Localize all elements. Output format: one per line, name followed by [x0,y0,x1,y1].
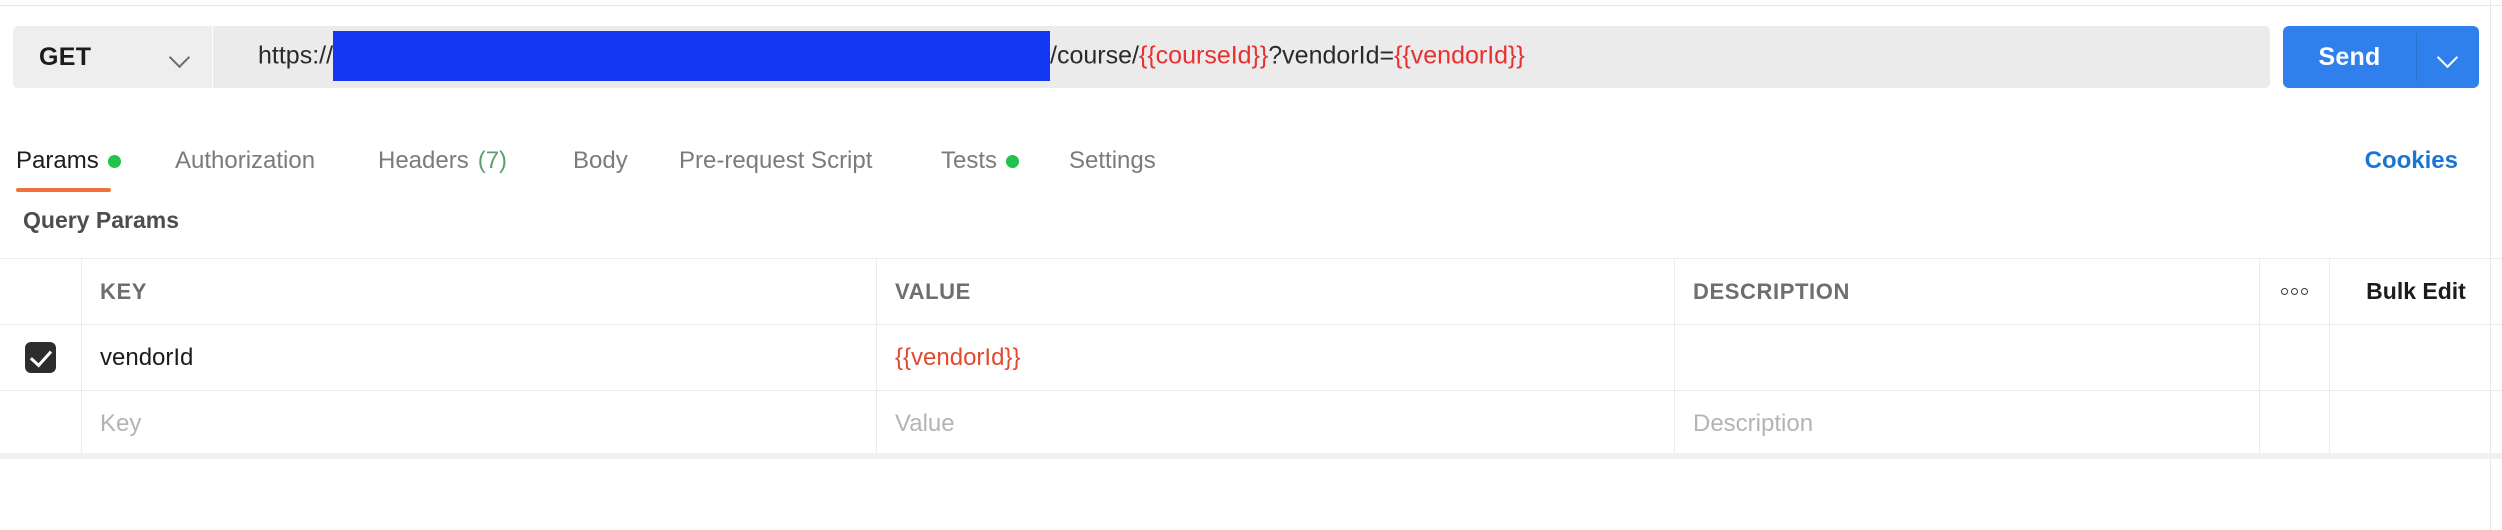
url-path: /course/ [1050,41,1139,70]
tab-authorization-label: Authorization [175,147,316,174]
row-checkbox-cell [0,325,82,390]
table-options-button[interactable] [2260,259,2330,324]
tab-headers-count: (7) [477,147,508,174]
tab-tests-label: Tests [941,147,998,174]
url-query-prefix: ?vendorId= [1268,41,1395,70]
tab-params-label: Params [16,147,99,174]
row-options-cell [2260,325,2330,390]
table-row: vendorId {{vendorId}} [0,324,2502,390]
url-path-variable: {{courseId}} [1138,41,1269,70]
tab-tests[interactable]: Tests [941,130,1020,192]
send-options-button[interactable] [2417,26,2479,88]
url-bar-row: GET https:// /course/{{courseId}}?vendorI… [0,26,2502,88]
chevron-down-icon [2438,47,2458,67]
tab-body-label: Body [573,147,628,174]
new-value-placeholder: Value [895,409,955,437]
table-bottom-divider [0,453,2502,459]
placeholder-checkbox-cell [0,391,82,456]
header-key: KEY [82,259,877,324]
send-button-label: Send [2318,42,2381,71]
send-button[interactable]: Send [2283,26,2479,88]
placeholder-spacer-cell [2330,391,2502,456]
new-value-input[interactable]: Value [877,391,1675,456]
chevron-down-icon [170,47,190,67]
tab-params[interactable]: Params [16,130,121,192]
ellipsis-icon [2281,288,2308,295]
bulk-edit-button[interactable]: Bulk Edit [2330,259,2502,324]
http-method-selector[interactable]: GET [13,26,212,88]
tab-authorization[interactable]: Authorization [175,130,315,192]
header-value: VALUE [877,259,1675,324]
row-description-input[interactable] [1675,325,2260,390]
query-params-table: KEY VALUE DESCRIPTION Bulk Edit vendorId… [0,258,2502,457]
row-key-value: vendorId [100,343,194,371]
url-input[interactable]: https:// /course/{{courseId}}?vendorId={{… [213,26,2270,88]
new-description-input[interactable]: Description [1675,391,2260,456]
status-dot-icon [1006,154,1020,168]
row-enabled-checkbox[interactable] [25,342,56,373]
placeholder-options-cell [2260,391,2330,456]
redacted-host-block [333,31,1051,81]
url-text: https:// /course/{{courseId}}?vendorId={{… [258,31,1525,82]
new-description-placeholder: Description [1693,409,1814,437]
row-value-input[interactable]: {{vendorId}} [877,325,1675,390]
status-dot-icon [107,154,121,168]
query-params-title: Query Params [23,207,179,233]
row-value-text: {{vendorId}} [895,343,1021,371]
new-key-input[interactable]: Key [82,391,877,456]
tab-body[interactable]: Body [573,130,628,192]
url-query-variable: {{vendorId}} [1394,41,1525,70]
tab-headers[interactable]: Headers (7) [378,130,507,192]
tab-settings[interactable]: Settings [1069,130,1156,192]
top-divider [0,5,2502,6]
header-description: DESCRIPTION [1675,259,2260,324]
active-tab-indicator [16,188,111,192]
url-scheme: https:// [258,41,334,70]
cookies-link[interactable]: Cookies [2365,130,2458,192]
request-builder: GET https:// /course/{{courseId}}?vendorI… [0,0,2502,530]
new-key-placeholder: Key [100,409,142,437]
header-checkbox-cell [0,259,82,324]
tab-headers-label: Headers [378,147,469,174]
request-tab-strip: Params Authorization Headers (7) Body Pr… [0,130,2502,192]
tab-pre-request-script-label: Pre-request Script [679,147,873,174]
table-placeholder-row: Key Value Description [0,390,2502,457]
row-key-input[interactable]: vendorId [82,325,877,390]
http-method-label: GET [39,42,92,71]
tab-pre-request-script[interactable]: Pre-request Script [679,130,872,192]
row-spacer-cell [2330,325,2502,390]
tab-settings-label: Settings [1069,147,1156,174]
table-header-row: KEY VALUE DESCRIPTION Bulk Edit [0,258,2502,324]
